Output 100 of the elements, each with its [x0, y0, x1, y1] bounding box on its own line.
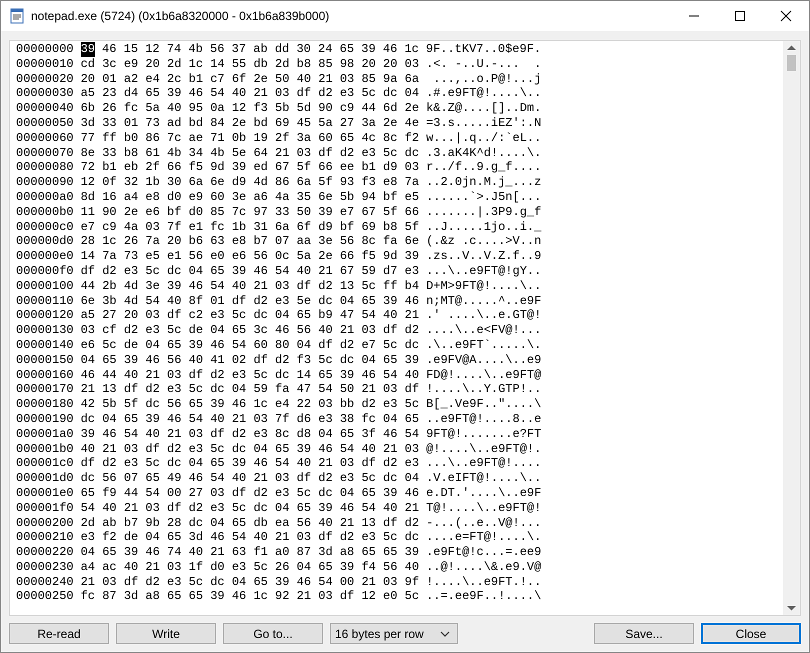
- ascii-text: .e9FV@A....\..e9: [426, 352, 542, 368]
- ascii-text: n;MT@.....^..e9F: [426, 294, 542, 308]
- hex-bytes-text: a5 27 20 03 df c2 e3 5c dc 04 65 b9 47 54 40 21: [80, 308, 420, 324]
- ascii-text: ....\..e<FV@!...: [426, 323, 542, 338]
- offset-text: 00000060: [16, 130, 74, 146]
- hex-bytes-text: e6 5c de 04 65 39 46 54 60 80 04 df d2 e7 5c dc: [80, 338, 420, 353]
- offset-text: 00000030: [16, 86, 74, 102]
- scroll-down-icon[interactable]: [787, 605, 796, 611]
- offset-text: 00000110: [16, 294, 74, 308]
- hex-bytes-text: 20 01 a2 e4 2c b1 c7 6f 2e 50 40 21 03 85 9a 6a: [80, 72, 420, 86]
- hex-bytes-text: fc 87 3d a8 65 65 39 46 1c 92 21 03 df 12 e0 5c: [80, 589, 420, 604]
- ascii-text: .zs..V..V.Z.f..9: [426, 249, 542, 264]
- ascii-text: w...|.q../:`eL..: [426, 130, 542, 146]
- hex-bytes-text: 04 65 39 46 74 40 21 63 f1 a0 87 3d a8 65 65 39: [80, 545, 420, 560]
- ascii-text: 9FT@!.......e?FT: [426, 426, 542, 442]
- hex-bytes-text: 21 13 df d2 e3 5c dc 04 59 fa 47 54 50 21 03 df: [80, 382, 420, 398]
- offset-text: 000000f0: [16, 264, 74, 279]
- offset-text: 00000020: [16, 72, 74, 86]
- offset-text: 00000010: [16, 56, 74, 72]
- ascii-text: -...(..e..V@!...: [426, 516, 542, 530]
- offset-text: 000000d0: [16, 234, 74, 250]
- hex-bytes-text: 6b 26 fc 5a 40 95 0a 12 f3 5b 5d 90 c9 44 6d 2e: [80, 101, 420, 116]
- ascii-text: ..=.ee9F..!....\: [426, 589, 542, 604]
- ascii-text: B[_.Ve9F.."....\: [426, 397, 542, 412]
- ascii-text: .' ....\..e.GT@!: [426, 308, 542, 324]
- hex-bytes-text: 46 15 12 74 4b 56 37 ab dd 30 24 65 39 46 1c: [102, 42, 419, 57]
- toolbar-button[interactable]: Close: [701, 623, 801, 644]
- offset-text: 000001d0: [16, 471, 74, 486]
- offset-text: 00000230: [16, 560, 74, 575]
- hex-bytes-text: 39 46 54 40 21 03 df d2 e3 8c d8 04 65 3f 46 54: [80, 426, 420, 442]
- hex-bytes-text: 14 7a 73 e5 e1 56 e0 e6 56 0c 5a 2e 66 f5 9d 39: [80, 249, 420, 264]
- ascii-text: D+M>9FT@!....\..: [426, 278, 542, 294]
- offset-text: 00000160: [16, 368, 74, 382]
- offset-text: 000000a0: [16, 190, 74, 205]
- hex-bytes-text: e3 f2 de 04 65 3d 46 54 40 21 03 df d2 e3 5c dc: [80, 530, 420, 546]
- hex-bytes-text: 11 90 2e e6 bf d0 85 7c 97 33 50 39 e7 67 5f 66: [80, 204, 420, 220]
- ascii-text: @!....\..e9FT@!.: [426, 442, 542, 456]
- ascii-text: FD@!....\..e9FT@: [426, 368, 542, 382]
- ascii-text: T@!....\..e9FT@!: [426, 500, 542, 516]
- hex-bytes-text: 3d 33 01 73 ad bd 84 2e bd 69 45 5a 27 3a 2e 4e: [80, 116, 420, 131]
- vertical-scrollbar[interactable]: [783, 41, 800, 615]
- ascii-text: .V.eIFT@!....\..: [426, 471, 542, 486]
- bytes-per-row-dropdown[interactable]: 16 bytes per row: [330, 623, 458, 644]
- offset-text: 00000040: [16, 101, 74, 116]
- ascii-text: !....\..Y.GTP!..: [426, 382, 542, 398]
- scroll-thumb[interactable]: [787, 55, 796, 71]
- hex-bytes-text: cd 3c e9 20 2d 1c 14 55 db 2d b8 85 98 20 20 03: [80, 56, 420, 72]
- offset-text: 00000100: [16, 278, 74, 294]
- offset-text: 00000150: [16, 352, 74, 368]
- hex-bytes-text: 46 44 40 21 03 df d2 e3 5c dc 14 65 39 46 54 40: [80, 368, 420, 382]
- hex-bytes-text: df d2 e3 5c dc 04 65 39 46 54 40 21 03 df d2 e3: [80, 456, 420, 472]
- offset-text: 000001e0: [16, 486, 74, 501]
- toolbar-button[interactable]: Save...: [594, 623, 694, 644]
- offset-text: 00000130: [16, 323, 74, 338]
- offset-text: 00000180: [16, 397, 74, 412]
- hex-bytes-text: 21 03 df d2 e3 5c dc 04 65 39 46 54 00 21 03 9f: [80, 574, 420, 590]
- hex-bytes-text: a5 23 d4 65 39 46 54 40 21 03 df d2 e3 5c dc 04: [80, 86, 420, 102]
- offset-text: 000000b0: [16, 204, 74, 220]
- hex-bytes-text: 44 2b 4d 3e 39 46 54 40 21 03 df d2 13 5c ff b4: [80, 278, 420, 294]
- offset-text: 00000050: [16, 116, 74, 131]
- offset-text: 000001f0: [16, 500, 74, 516]
- ascii-text: .3.aK4K^d!....\.: [426, 146, 542, 160]
- close-icon[interactable]: [780, 10, 792, 22]
- hex-bytes-text: 28 1c 26 7a 20 b6 63 e8 b7 07 aa 3e 56 8c fa 6e: [80, 234, 420, 250]
- maximize-icon[interactable]: [734, 10, 746, 22]
- ascii-text: !....\..e9FT.!..: [426, 574, 542, 590]
- hex-bytes-text: 04 65 39 46 56 40 41 02 df d2 f3 5c dc 04 65 39: [80, 352, 420, 368]
- ascii-text: (.&z .c....>V..n: [426, 234, 542, 250]
- hex-bytes-text: 03 cf d2 e3 5c de 04 65 3c 46 56 40 21 03 df d2: [80, 323, 420, 338]
- scroll-up-icon[interactable]: [787, 45, 796, 51]
- offset-text: 000001c0: [16, 456, 74, 472]
- offset-text: 00000190: [16, 412, 74, 427]
- hex-bytes-text: 12 0f 32 1b 30 6a 6e d9 4d 86 6a 5f 93 f3 e8 7a: [80, 175, 420, 190]
- ascii-text: 9F..tKV7..0$e9F.: [426, 42, 542, 57]
- ascii-text: r../f..9.g_f....: [426, 160, 542, 176]
- toolbar-button[interactable]: Go to...: [223, 623, 323, 644]
- ascii-text: ....e=FT@!....\.: [426, 530, 542, 546]
- hex-bytes-text: 6e 3b 4d 54 40 8f 01 df d2 e3 5e dc 04 65 39 46: [80, 294, 420, 308]
- offset-text: 000001b0: [16, 442, 74, 456]
- offset-text: 000000e0: [16, 249, 74, 264]
- offset-text: 00000120: [16, 308, 74, 324]
- hex-view[interactable]: [9, 40, 801, 616]
- ascii-text: .......|.3P9.g_f: [426, 204, 542, 220]
- offset-text: 00000090: [16, 175, 74, 190]
- hex-bytes-text: a4 ac 40 21 03 1f d0 e3 5c 26 04 65 39 f4 56 40: [80, 560, 420, 575]
- ascii-text: ......`>.J5n[...: [426, 190, 542, 205]
- ascii-text: ..J.....1jo..i._: [426, 220, 542, 234]
- offset-text: 00000220: [16, 545, 74, 560]
- toolbar-button[interactable]: Re-read: [9, 623, 109, 644]
- ascii-text: ..e9FT@!....8..e: [426, 412, 542, 427]
- chevron-down-icon: [440, 630, 450, 636]
- offset-text: 00000080: [16, 160, 74, 176]
- offset-text: 00000240: [16, 574, 74, 590]
- offset-text: 00000250: [16, 589, 74, 604]
- window-title: notepad.exe (5724) (0x1b6a8320000 - 0x1b6a839b000): [31, 9, 330, 23]
- ascii-text: ..2.0jn.M.j_...z: [426, 175, 542, 190]
- hex-bytes-text: 8d 16 a4 e8 d0 e9 60 3e a6 4a 35 6e 5b 94 bf e5: [80, 190, 420, 205]
- toolbar-button[interactable]: Write: [116, 623, 216, 644]
- hex-bytes-text: df d2 e3 5c dc 04 65 39 46 54 40 21 67 59 d7 e3: [80, 264, 420, 279]
- hex-bytes-text: 8e 33 b8 61 4b 34 4b 5e 64 21 03 df d2 e3 5c dc: [80, 146, 420, 160]
